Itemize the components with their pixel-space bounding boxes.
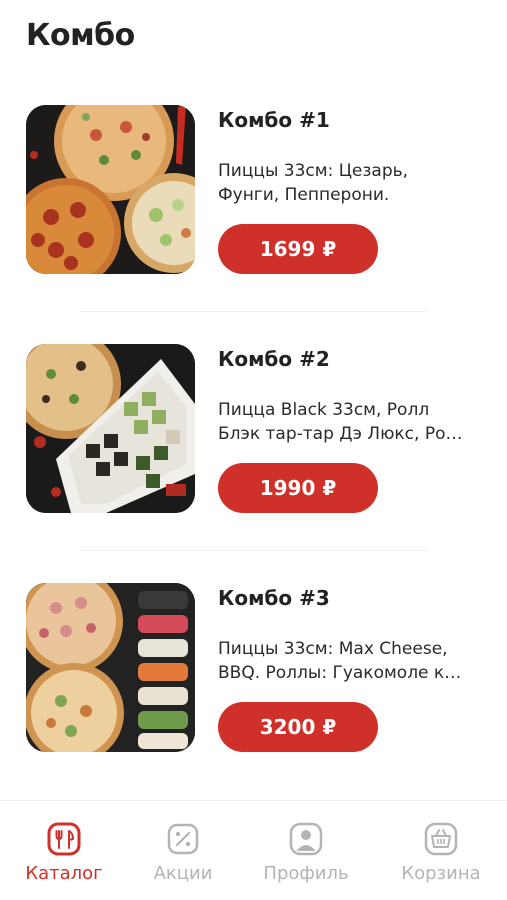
price-button[interactable]: 1699 ₽ <box>218 224 378 274</box>
combo-image[interactable] <box>26 344 195 513</box>
combo-description-line: Пицца Black 33см, Ролл <box>218 400 430 420</box>
tab-catalog[interactable]: Каталог <box>1 801 127 900</box>
combo-description-line: Фунги, Пепперони. <box>218 185 390 205</box>
price-button[interactable]: 1990 ₽ <box>218 463 378 513</box>
tab-label: Акции <box>153 863 213 884</box>
combo-card[interactable]: Комбо #3 Пиццы 33см: Max Cheese, BBQ. Ро… <box>0 583 507 753</box>
combo-description-line: Пиццы 33см: Цезарь, <box>218 161 409 181</box>
divider <box>80 311 427 312</box>
combo-card[interactable]: Комбо #2 Пицца Black 33см, Ролл Блэк тар… <box>0 344 507 514</box>
catalog-icon <box>47 822 81 856</box>
tab-label: Корзина <box>401 863 481 884</box>
combo-description-line: Пиццы 33см: Max Cheese, <box>218 639 448 659</box>
combo-card[interactable]: Комбо #1 Пиццы 33см: Цезарь, Фунги, Пепп… <box>0 105 507 275</box>
basket-icon <box>424 822 458 856</box>
price-button[interactable]: 3200 ₽ <box>218 702 378 752</box>
tab-label: Профиль <box>263 863 349 884</box>
combo-image[interactable] <box>26 105 195 274</box>
profile-icon <box>289 822 323 856</box>
combo-description: Пицца Black 33см, Ролл Блэк тар-тар Дэ Л… <box>218 398 488 446</box>
percent-icon <box>167 823 199 855</box>
combo-description: Пиццы 33см: Цезарь, Фунги, Пепперони. <box>218 159 488 207</box>
tab-promos[interactable]: Акции <box>120 801 246 900</box>
combo-image[interactable] <box>26 583 195 752</box>
combo-title: Комбо #2 <box>218 347 330 371</box>
tab-cart[interactable]: Корзина <box>378 801 504 900</box>
combo-description-line: Блэк тар-тар Дэ Люкс, Ро… <box>218 424 463 444</box>
combo-description-line: BBQ. Роллы: Гуакомоле к… <box>218 663 462 683</box>
combo-title: Комбо #3 <box>218 586 330 610</box>
divider <box>80 550 427 551</box>
tab-label: Каталог <box>25 863 103 884</box>
combo-description: Пиццы 33см: Max Cheese, BBQ. Роллы: Гуак… <box>218 637 488 685</box>
page-title: Комбо <box>26 18 135 53</box>
bottom-tab-bar: Каталог Акции Профиль Корзина <box>0 800 507 900</box>
tab-profile[interactable]: Профиль <box>243 801 369 900</box>
combo-title: Комбо #1 <box>218 108 330 132</box>
